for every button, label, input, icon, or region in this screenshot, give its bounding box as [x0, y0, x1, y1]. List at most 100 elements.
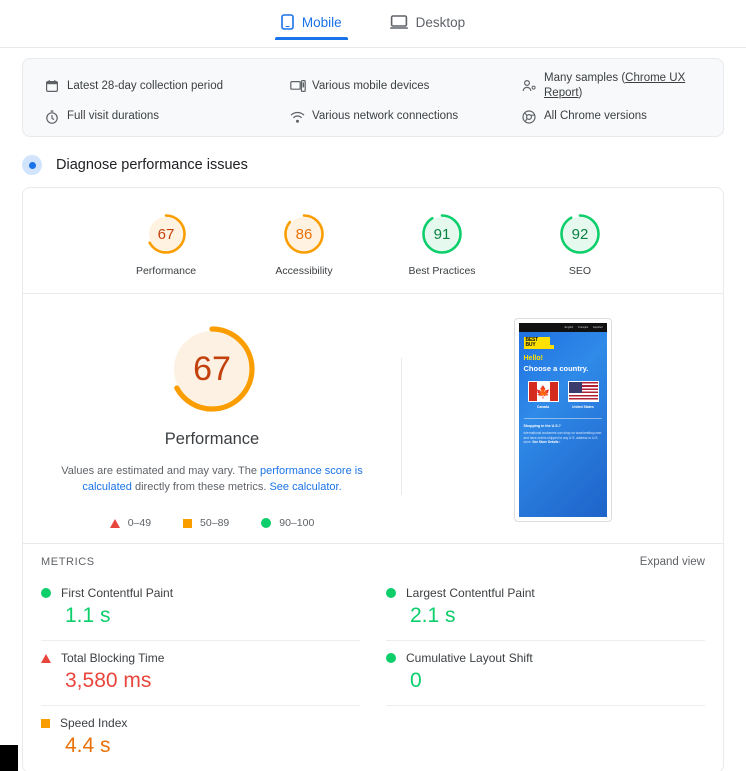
diagnose-performance-issues: Diagnose performance issues — [22, 155, 746, 175]
us-label: United States — [572, 405, 594, 410]
devices-icon — [290, 79, 306, 93]
metrics-header: METRICS Expand view — [23, 543, 723, 576]
crux-info-bar: Latest 28-day collection period Various … — [22, 58, 724, 137]
legend-poor-label: 0–49 — [127, 517, 152, 529]
info-visit-durations-label: Full visit durations — [67, 110, 160, 122]
metric-empty-slot — [386, 706, 705, 770]
info-network: Various network connections — [290, 109, 522, 124]
gauge-seo-ring: 92 — [558, 212, 602, 256]
taskbar-edge — [0, 745, 18, 771]
legend-average-label: 50–89 — [200, 517, 230, 529]
legend-good: 90–100 — [261, 517, 314, 529]
lighthouse-badge-icon — [22, 155, 42, 175]
form-factor-tabs: Mobile Desktop — [0, 0, 746, 48]
metric-name: First Contentful Paint — [61, 586, 174, 600]
info-chrome-versions: All Chrome versions — [522, 109, 705, 124]
performance-gauge-block: 67 Performance Values are estimated and … — [23, 316, 401, 529]
gauge-accessibility-ring: 86 — [282, 212, 326, 256]
circle-icon — [386, 588, 396, 598]
gauge-seo-label: SEO — [568, 265, 592, 277]
country-flags: 🍁 Canada United States — [527, 381, 607, 410]
circle-icon — [386, 653, 396, 663]
bestbuy-logo: BEST BUY — [523, 337, 554, 350]
circle-icon — [261, 518, 272, 528]
metric-cumulative-layout-shift[interactable]: Cumulative Layout Shift 0 — [386, 641, 705, 706]
page-screenshot: English Français Español BEST BUY Hello!… — [518, 323, 607, 517]
metric-name: Total Blocking Time — [61, 651, 165, 665]
square-icon — [41, 718, 50, 728]
performance-gauge-score: 67 — [193, 349, 231, 388]
expand-view-button[interactable]: Expand view — [640, 556, 705, 568]
screenshot-promo-body: International customers can shop on www.… — [523, 430, 602, 445]
performance-gauge-large: 67 — [165, 322, 259, 416]
gauge-best-practices[interactable]: 91 Best Practices — [394, 212, 490, 277]
lighthouse-report-card: 67 Performance 86 Accessibility 91 Best … — [22, 187, 724, 771]
triangle-icon — [109, 518, 120, 528]
final-screenshot: English Français Español BEST BUY Hello!… — [402, 316, 723, 522]
screenshot-rule — [523, 418, 602, 419]
country-canada: 🍁 Canada — [527, 381, 559, 410]
info-visit-durations: Full visit durations — [45, 109, 290, 124]
canada-label: Canada — [536, 405, 550, 410]
gauge-seo-score: 92 — [571, 225, 589, 243]
info-devices: Various mobile devices — [290, 71, 522, 101]
screenshot-promo-heading: Shopping in the U.S.? — [523, 423, 561, 428]
us-flag-icon — [567, 381, 599, 403]
chrome-icon — [522, 109, 536, 124]
country-united-states: United States — [567, 381, 599, 410]
info-collection-period: Latest 28-day collection period — [45, 71, 290, 101]
performance-summary: 67 Performance Values are estimated and … — [23, 294, 723, 543]
mobile-icon — [281, 14, 294, 30]
gauge-accessibility[interactable]: 86 Accessibility — [256, 212, 352, 277]
info-network-label: Various network connections — [312, 110, 459, 122]
gauge-seo[interactable]: 92 SEO — [532, 212, 628, 277]
metrics-title: METRICS — [41, 556, 95, 568]
tab-mobile-label: Mobile — [301, 14, 342, 30]
square-icon — [183, 518, 193, 528]
samples-icon — [522, 79, 536, 93]
gauge-accessibility-score: 86 — [295, 225, 313, 243]
metric-speed-index[interactable]: Speed Index 4.4 s — [41, 706, 360, 770]
metric-first-contentful-paint[interactable]: First Contentful Paint 1.1 s — [41, 576, 360, 641]
see-calculator-link[interactable]: See calculator. — [269, 481, 341, 493]
score-legend: 0–49 50–89 90–100 — [23, 517, 401, 529]
network-icon — [290, 110, 305, 124]
circle-icon — [41, 588, 51, 598]
metric-name: Largest Contentful Paint — [406, 586, 535, 600]
gauge-best-practices-score: 91 — [433, 225, 451, 243]
metric-name: Speed Index — [60, 716, 128, 730]
metric-largest-contentful-paint[interactable]: Largest Contentful Paint 2.1 s — [386, 576, 705, 641]
pagespeed-insights-report: Mobile Desktop Latest 28-day collection … — [0, 0, 746, 771]
metric-value: 0 — [410, 669, 422, 692]
canada-flag-icon: 🍁 — [527, 381, 559, 403]
legend-poor: 0–49 — [109, 517, 152, 529]
tab-desktop[interactable]: Desktop — [380, 10, 476, 40]
tab-desktop-label: Desktop — [415, 14, 466, 30]
tab-mobile[interactable]: Mobile — [271, 10, 352, 40]
phone-frame: English Français Español BEST BUY Hello!… — [513, 318, 612, 522]
category-score-gauges: 67 Performance 86 Accessibility 91 Best … — [23, 188, 723, 294]
gauge-performance-score: 67 — [157, 225, 175, 243]
gauge-performance-label: Performance — [135, 265, 197, 277]
diagnose-title: Diagnose performance issues — [56, 157, 248, 173]
metric-value: 4.4 s — [65, 734, 111, 757]
metric-value: 2.1 s — [410, 604, 456, 627]
gauge-best-practices-label: Best Practices — [408, 265, 476, 277]
legend-average: 50–89 — [183, 517, 229, 529]
stopwatch-icon — [45, 109, 59, 124]
gauge-accessibility-label: Accessibility — [275, 265, 333, 277]
metric-name: Cumulative Layout Shift — [406, 651, 533, 665]
performance-gauge-description: Values are estimated and may vary. The p… — [61, 465, 363, 493]
gauge-performance-ring: 67 — [144, 212, 188, 256]
info-collection-period-label: Latest 28-day collection period — [67, 79, 223, 92]
screenshot-choose-country: Choose a country. — [523, 364, 589, 374]
info-chrome-versions-label: All Chrome versions — [544, 110, 647, 122]
legend-good-label: 90–100 — [279, 517, 315, 529]
metric-value: 3,580 ms — [65, 669, 152, 692]
screenshot-hello: Hello! — [523, 355, 543, 363]
desktop-icon — [389, 14, 408, 30]
metric-total-blocking-time[interactable]: Total Blocking Time 3,580 ms — [41, 641, 360, 706]
gauge-performance[interactable]: 67 Performance — [118, 212, 214, 277]
performance-gauge-label: Performance — [164, 430, 260, 448]
screenshot-top-bar: English Français Español — [518, 323, 607, 332]
